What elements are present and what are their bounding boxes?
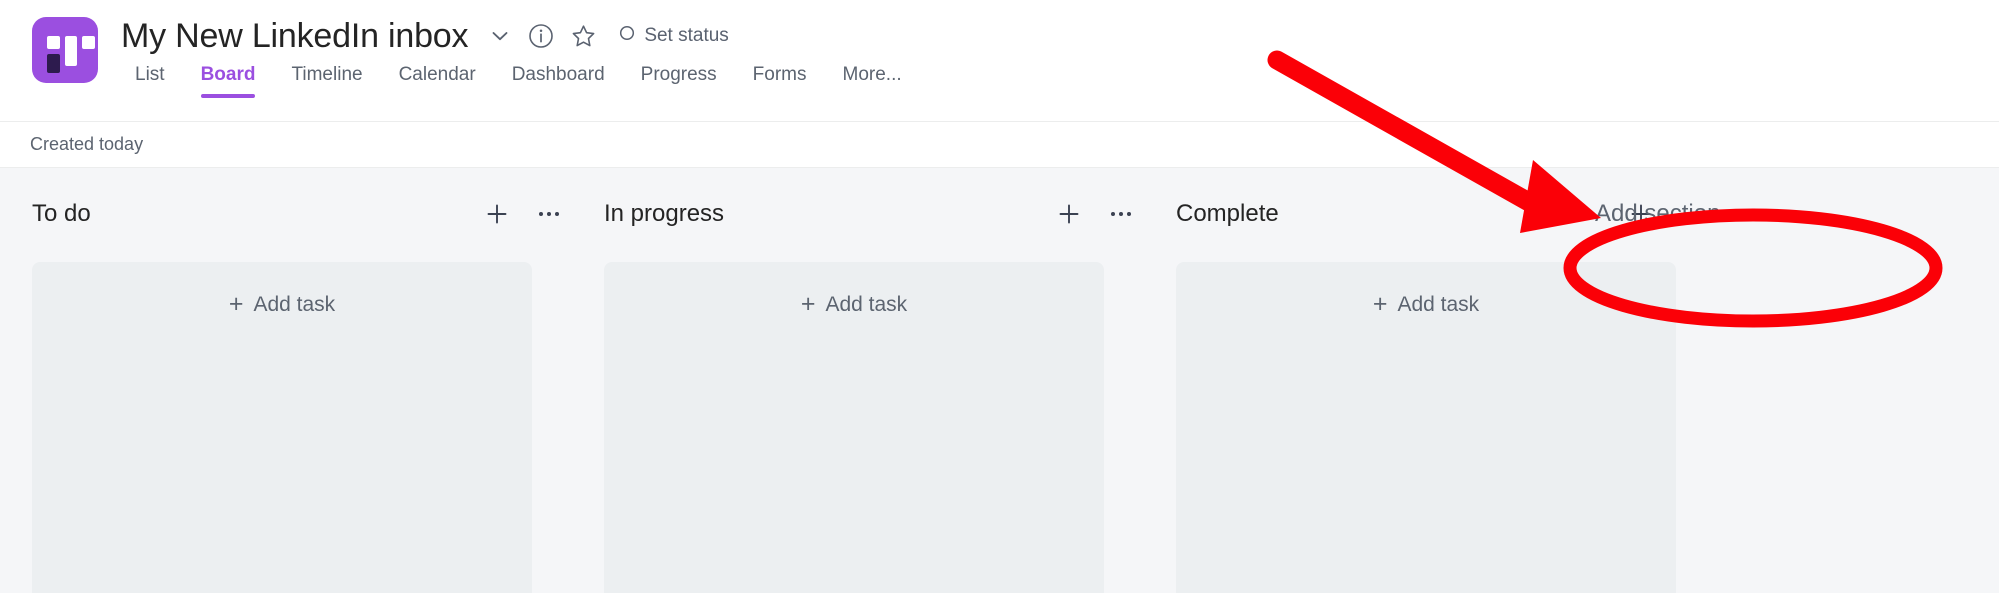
page-title: My New LinkedIn inbox <box>121 17 469 55</box>
plus-glyph: + <box>228 290 244 318</box>
add-section-label: Add section <box>1595 200 1721 227</box>
plus-icon[interactable] <box>484 201 510 227</box>
logo-bar-middle <box>65 36 77 66</box>
logo-bar-dark <box>47 54 60 73</box>
board-columns: To do + Add task In progress + Add task … <box>0 168 1716 593</box>
ellipsis-icon[interactable] <box>536 201 562 227</box>
tab-list[interactable]: List <box>117 60 183 98</box>
add-task-label: Add task <box>825 292 908 316</box>
created-today-label: Created today <box>30 134 144 154</box>
view-tabs: List Board Timeline Calendar Dashboard P… <box>117 60 920 98</box>
column-actions <box>1056 201 1134 227</box>
tab-more[interactable]: More... <box>825 60 920 98</box>
add-section-zone: + Add section <box>1563 194 1730 234</box>
tab-calendar[interactable]: Calendar <box>381 60 494 98</box>
add-task-button[interactable]: + Add task <box>229 292 335 317</box>
set-status-button[interactable]: Set status <box>619 25 729 47</box>
board-column-to-do: To do + Add task <box>32 168 572 593</box>
plus-glyph: + <box>1573 200 1588 227</box>
column-header: To do <box>32 194 572 234</box>
logo-bar-top-right <box>82 36 95 49</box>
star-outline-icon[interactable] <box>570 23 597 50</box>
plus-icon[interactable] <box>1056 201 1082 227</box>
column-title: In progress <box>604 200 725 227</box>
add-task-card[interactable]: + Add task <box>1176 262 1676 593</box>
tab-progress[interactable]: Progress <box>623 60 735 98</box>
add-task-button[interactable]: + Add task <box>801 292 907 317</box>
status-circle-icon <box>619 25 635 47</box>
column-title: To do <box>32 200 91 227</box>
add-task-card[interactable]: + Add task <box>32 262 532 593</box>
add-task-card[interactable]: + Add task <box>604 262 1104 593</box>
column-title: Complete <box>1176 200 1279 227</box>
logo-bar-top-left <box>47 36 60 49</box>
column-header: In progress <box>604 194 1144 234</box>
planner-app-window: My New LinkedIn inbox Set status List Bo… <box>0 0 1999 593</box>
app-header: My New LinkedIn inbox Set status List Bo… <box>0 0 1999 122</box>
info-circle-icon[interactable] <box>528 23 554 49</box>
plus-glyph: + <box>1372 290 1388 318</box>
board-canvas: To do + Add task In progress + Add task … <box>0 168 1999 593</box>
tab-board[interactable]: Board <box>183 60 274 98</box>
add-section-button[interactable]: + Add section <box>1563 194 1730 234</box>
add-task-label: Add task <box>1397 292 1480 316</box>
chevron-down-icon[interactable] <box>488 24 512 48</box>
add-task-button[interactable]: + Add task <box>1373 292 1479 317</box>
ellipsis-icon[interactable] <box>1108 201 1134 227</box>
board-column-in-progress: In progress + Add task <box>604 168 1144 593</box>
tab-dashboard[interactable]: Dashboard <box>494 60 623 98</box>
plus-glyph: + <box>800 290 816 318</box>
microsoft-planner-logo <box>32 17 98 83</box>
title-row: My New LinkedIn inbox Set status <box>121 14 729 58</box>
column-actions <box>484 201 562 227</box>
tab-timeline[interactable]: Timeline <box>273 60 380 98</box>
set-status-label: Set status <box>644 25 729 46</box>
add-task-label: Add task <box>253 292 336 316</box>
board-subheader: Created today <box>0 122 1999 168</box>
tab-forms[interactable]: Forms <box>735 60 825 98</box>
